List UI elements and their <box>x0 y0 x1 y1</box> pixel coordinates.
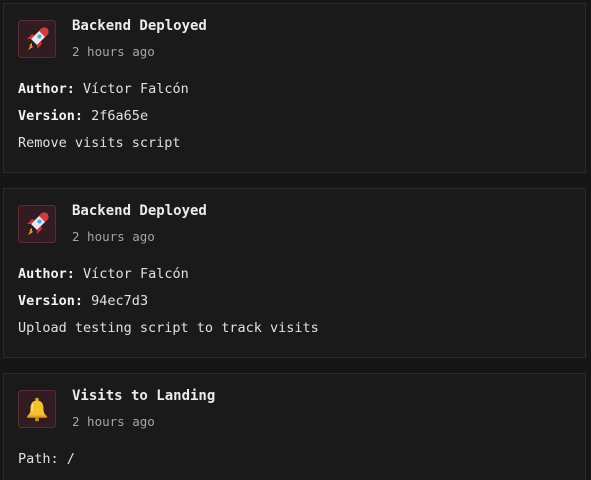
rocket-icon <box>27 27 49 50</box>
event-version-row: Version: 2f6a65e <box>18 108 148 124</box>
path-label: Path: <box>18 451 59 467</box>
author-value: Víctor Falcón <box>83 81 189 97</box>
event-timestamp: 2 hours ago <box>72 414 155 429</box>
event-feed: Backend Deployed 2 hours ago Author: Víc… <box>0 0 591 480</box>
author-label: Author: <box>18 81 75 97</box>
event-card[interactable]: Backend Deployed 2 hours ago Author: Víc… <box>3 3 586 173</box>
event-title: Backend Deployed <box>72 18 207 34</box>
rocket-icon <box>27 212 49 235</box>
event-message: Upload testing script to track visits <box>18 320 319 336</box>
event-title: Backend Deployed <box>72 203 207 219</box>
version-label: Version: <box>18 108 84 124</box>
event-icon-box <box>18 20 56 58</box>
event-author-row: Author: Víctor Falcón <box>18 266 189 282</box>
event-path-row: Path: / <box>18 451 75 467</box>
event-card[interactable]: Backend Deployed 2 hours ago Author: Víc… <box>3 188 586 358</box>
event-title: Visits to Landing <box>72 388 216 404</box>
event-timestamp: 2 hours ago <box>72 229 155 244</box>
version-value: 94ec7d3 <box>91 293 149 309</box>
event-icon-box <box>18 390 56 428</box>
event-card[interactable]: Visits to Landing 2 hours ago Path: / <box>3 373 586 480</box>
bell-icon <box>27 397 47 422</box>
event-message: Remove visits script <box>18 135 181 151</box>
event-version-row: Version: 94ec7d3 <box>18 293 148 309</box>
author-label: Author: <box>18 266 75 282</box>
version-value: 2f6a65e <box>91 108 149 124</box>
event-timestamp: 2 hours ago <box>72 44 155 59</box>
event-author-row: Author: Víctor Falcón <box>18 81 189 97</box>
author-value: Víctor Falcón <box>83 266 189 282</box>
event-icon-box <box>18 205 56 243</box>
path-value: / <box>66 451 75 467</box>
version-label: Version: <box>18 293 84 309</box>
